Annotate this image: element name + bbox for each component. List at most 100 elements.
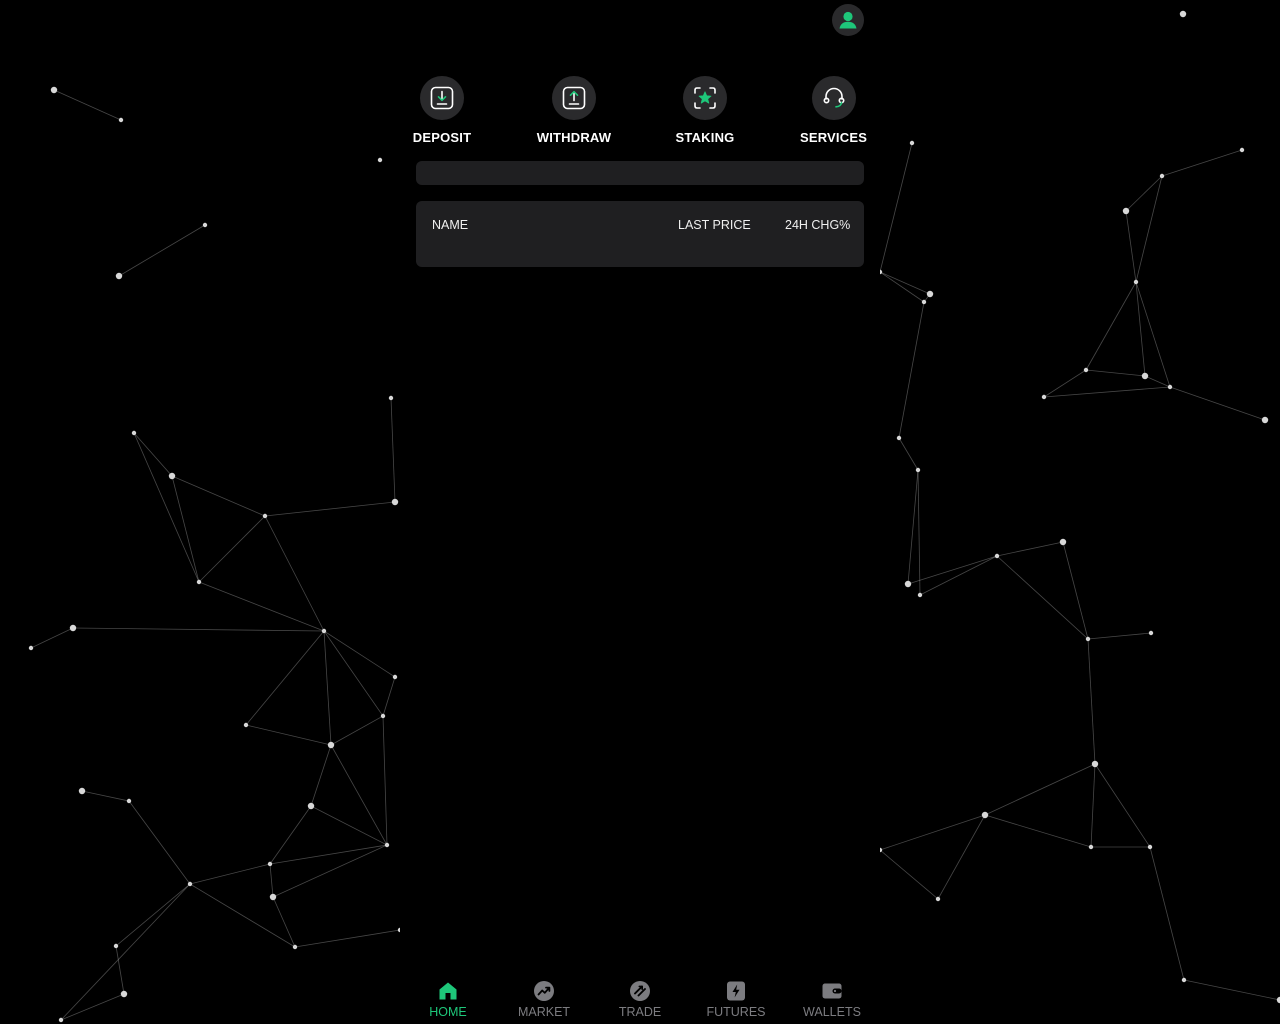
network-node [327,741,335,749]
network-line [1087,638,1096,765]
network-node [1083,367,1089,373]
deposit-label: DEPOSIT [412,130,472,145]
user-avatar-button[interactable] [832,4,864,36]
tab-wallets-label: WALLETS [803,1005,861,1019]
services-button[interactable]: SERVICES [799,76,868,145]
network-line [133,432,200,583]
withdraw-button[interactable]: WITHDRAW [537,76,611,145]
network-node [115,272,123,280]
network-line [382,715,388,846]
tab-trade-label: TRADE [618,1005,662,1019]
network-node [1261,416,1269,424]
bottom-tab-bar: HOME MARKET TRADE FUTURES WALLETS [400,976,880,1024]
network-node [921,299,927,305]
network-line [1144,375,1171,388]
network-node [28,645,34,651]
network-line [269,844,388,865]
network-line [245,630,325,726]
network-node [196,579,202,585]
network-line [323,630,332,746]
staking-button[interactable]: STAKING [674,76,736,145]
deposit-button[interactable]: DEPOSIT [412,76,472,145]
network-line [1043,386,1171,398]
tab-market-label: MARKET [517,1005,571,1019]
network-line [1043,369,1087,398]
deposit-icon [420,76,464,120]
network-node [50,86,58,94]
network-node [917,592,923,598]
tab-futures[interactable]: FUTURES [688,980,784,1019]
network-line [1135,175,1163,283]
network-node [168,472,176,480]
network-line [269,863,274,898]
network-line [330,744,388,846]
announcement-banner[interactable] [416,161,864,185]
home-icon [437,980,459,1002]
market-table: NAME LAST PRICE 24H CHG% [416,201,864,267]
network-line [198,515,266,583]
network-line [1149,846,1185,981]
network-node [1147,844,1153,850]
network-node [78,787,86,795]
network-line [879,849,939,900]
network-line [272,844,388,898]
network-node [307,802,315,810]
network-line [198,581,325,632]
staking-icon [683,76,727,120]
column-header-name[interactable]: NAME [432,218,468,232]
network-line [323,630,384,717]
network-line [310,744,332,807]
network-line [879,271,931,295]
network-node [1159,173,1165,179]
tab-wallets[interactable]: WALLETS [784,980,880,1019]
network-node [292,944,298,950]
network-line [1087,632,1152,640]
network-line [264,515,325,632]
network-line [1062,541,1089,640]
tab-market[interactable]: MARKET [496,980,592,1019]
network-node [909,140,915,146]
services-label: SERVICES [799,130,868,145]
network-node [120,990,128,998]
network-line [984,814,1092,848]
network-node [58,1017,64,1023]
user-avatar-icon [835,7,861,33]
column-header-24h-change[interactable]: 24H CHG% [785,218,850,232]
network-line [898,301,925,439]
headset-icon [811,76,856,120]
network-node [1181,977,1187,983]
network-line [390,397,396,503]
tab-home[interactable]: HOME [400,980,496,1019]
network-line [323,630,396,678]
network-line [60,993,125,1021]
tab-trade[interactable]: TRADE [592,980,688,1019]
staking-label: STAKING [675,130,735,145]
network-node [1085,636,1091,642]
network-node [113,943,119,949]
network-line [879,271,925,303]
tab-home-label: HOME [429,1005,467,1019]
network-node [243,722,249,728]
network-line [118,224,206,277]
network-node [915,467,921,473]
network-line [72,627,325,632]
network-line [171,475,266,517]
column-header-last-price[interactable]: LAST PRICE [678,218,751,232]
network-line [133,432,173,477]
network-line [907,555,998,585]
network-node [1041,394,1047,400]
network-node [1133,279,1139,285]
network-node [131,430,137,436]
network-line [1125,175,1163,212]
network-node [377,157,383,163]
network-node [1239,147,1245,153]
network-line [189,883,296,948]
network-node [981,811,989,819]
network-node [896,435,902,441]
network-node [904,580,912,588]
network-line [128,800,191,885]
withdraw-label: WITHDRAW [536,130,612,145]
network-line [879,814,986,851]
network-line [984,763,1096,816]
market-icon [533,980,555,1002]
